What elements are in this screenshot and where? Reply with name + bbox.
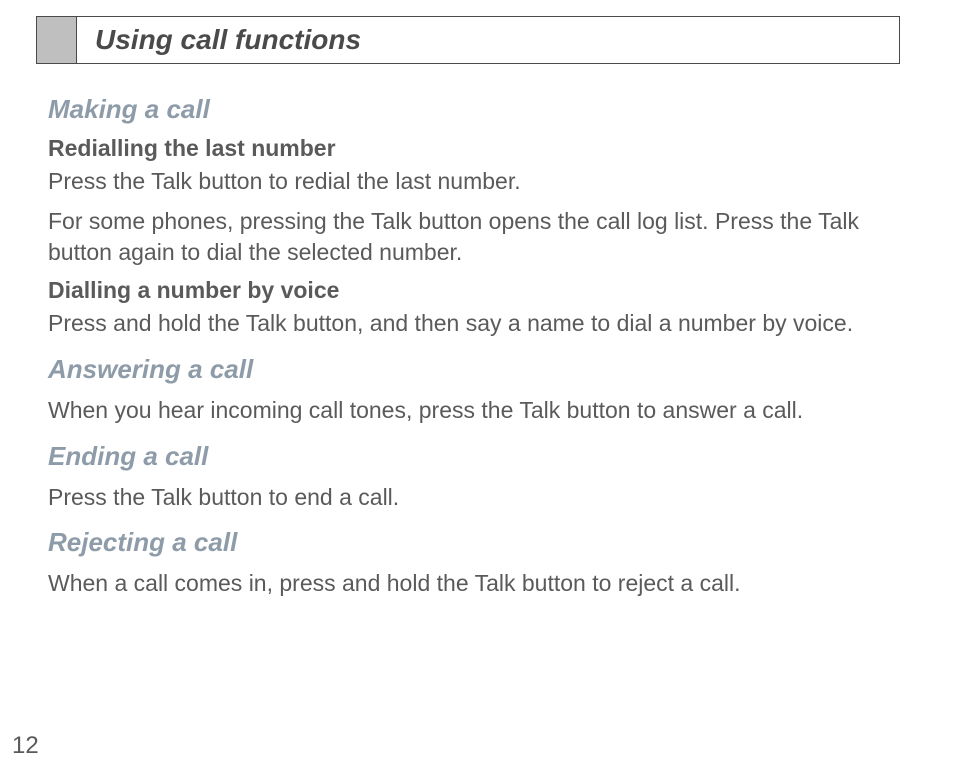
text-answering-p1: When you hear incoming call tones, press… [48, 395, 900, 427]
heading-redialling: Redialling the last number [48, 135, 900, 162]
header-title-box: Using call functions [76, 16, 900, 64]
content-area: Making a call Redialling the last number… [36, 64, 900, 600]
text-rejecting-p1: When a call comes in, press and hold the… [48, 568, 900, 600]
heading-making-a-call: Making a call [48, 94, 900, 125]
header-tab-block [36, 16, 76, 64]
page-container: Using call functions Making a call Redia… [0, 0, 960, 766]
text-ending-p1: Press the Talk button to end a call. [48, 482, 900, 514]
heading-ending-a-call: Ending a call [48, 441, 900, 472]
text-redial-p2: For some phones, pressing the Talk butto… [48, 206, 900, 269]
text-voice-p1: Press and hold the Talk button, and then… [48, 308, 900, 340]
heading-dial-by-voice: Dialling a number by voice [48, 277, 900, 304]
heading-answering-a-call: Answering a call [48, 354, 900, 385]
page-number: 12 [12, 732, 39, 760]
heading-rejecting-a-call: Rejecting a call [48, 527, 900, 558]
section-header: Using call functions [36, 16, 900, 64]
header-title: Using call functions [95, 24, 361, 56]
text-redial-p1: Press the Talk button to redial the last… [48, 166, 900, 198]
